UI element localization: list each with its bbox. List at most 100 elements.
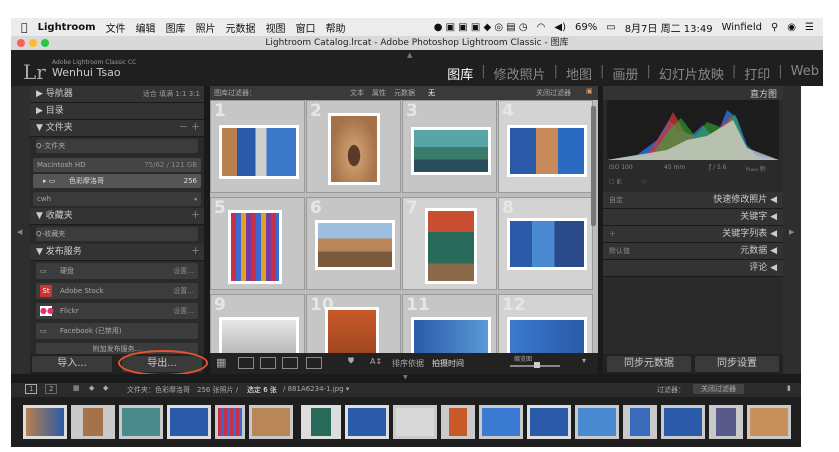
grid-cell[interactable]: 1 — [210, 100, 305, 193]
people-view-icon[interactable] — [306, 357, 322, 369]
collapse-bottom-icon[interactable]: ▼ — [403, 374, 408, 381]
filter-attribute[interactable]: 属性 — [372, 88, 386, 98]
filmstrip-thumb[interactable] — [249, 405, 293, 439]
publish-facebook[interactable]: ▭ Facebook (已禁用) — [36, 323, 198, 339]
grid-cell[interactable]: 7 — [402, 197, 497, 290]
quick-develop-header[interactable]: 自定 快速修改照片 ◀ — [603, 192, 783, 209]
photo-thumbnail[interactable] — [411, 127, 491, 175]
navigator-zoom-options[interactable]: 适合 填满 1:1 3:1 — [143, 86, 200, 102]
keyword-list-header[interactable]: ＋ 关键字列表 ◀ — [603, 226, 783, 243]
collapse-top-icon[interactable]: ▲ — [407, 51, 412, 59]
filter-lock-icon[interactable]: ▣ — [586, 87, 593, 95]
main-window-toggle[interactable]: 1 — [25, 384, 38, 394]
photo-thumbnail[interactable] — [325, 307, 379, 353]
spray-can-icon[interactable]: ⛊ — [348, 356, 354, 366]
collections-filter-input[interactable]: Q-收藏夹 — [36, 227, 198, 241]
flickr-setup-button[interactable]: 设置... — [173, 303, 194, 319]
navigator-header[interactable]: ▶ 导航器 适合 填满 1:1 3:1 — [30, 86, 204, 103]
filmstrip-file[interactable]: / 881A6234-1.jpg ▾ — [283, 385, 349, 393]
menu-edit[interactable]: 编辑 — [136, 20, 156, 35]
folders-header[interactable]: ▼ 文件夹 － ＋ — [30, 120, 204, 137]
photo-thumbnail[interactable] — [328, 113, 380, 185]
photo-thumbnail[interactable] — [228, 210, 282, 284]
photo-thumbnail[interactable] — [411, 317, 491, 353]
menu-window[interactable]: 窗口 — [296, 20, 316, 35]
username[interactable]: Winfield — [722, 22, 762, 33]
publish-harddrive[interactable]: ▭ 硬盘 设置... — [36, 263, 198, 279]
collapse-left-icon[interactable]: ◀ — [17, 228, 22, 236]
filter-text[interactable]: 文本 — [350, 88, 364, 98]
minimize-window-button[interactable] — [29, 39, 37, 47]
metadata-preset[interactable]: 默认值 — [609, 243, 630, 259]
sort-value[interactable]: 拍摄时间 — [432, 358, 464, 369]
grid-cell[interactable]: 12 — [498, 294, 593, 353]
compare-view-icon[interactable] — [260, 357, 276, 369]
toolbar-menu-icon[interactable]: ▾ — [582, 356, 586, 365]
filmstrip-lock-icon[interactable]: ▮ — [787, 384, 791, 392]
menu-help[interactable]: 帮助 — [326, 20, 346, 35]
photo-thumbnail[interactable] — [507, 317, 587, 353]
datetime[interactable]: 8月7日 周二 13:49 — [625, 20, 713, 35]
photo-thumbnail[interactable] — [219, 317, 299, 353]
keywording-header[interactable]: 关键字 ◀ — [603, 209, 783, 226]
photo-thumbnail[interactable] — [219, 125, 299, 179]
photo-thumbnail[interactable] — [425, 208, 477, 284]
collections-header[interactable]: ▼ 收藏夹 ＋ — [30, 208, 204, 225]
menu-metadata[interactable]: 元数据 — [226, 20, 256, 35]
filmstrip-thumb[interactable] — [23, 405, 67, 439]
filmstrip-thumb[interactable] — [301, 405, 341, 439]
battery-text[interactable]: 69% — [575, 22, 597, 33]
volume-row[interactable]: Macintosh HD 75/62 / 121 GB — [33, 158, 201, 172]
histogram-header[interactable]: 直方图 — [603, 86, 783, 100]
filmstrip-thumb[interactable] — [393, 405, 437, 439]
publish-flickr[interactable]: ●● Flickr 设置... — [36, 303, 198, 319]
filmstrip-thumb[interactable] — [119, 405, 163, 439]
module-slideshow[interactable]: 幻灯片放映 — [659, 64, 724, 83]
grid-cell[interactable]: 3 — [402, 100, 497, 193]
grid-cell[interactable]: 5 — [210, 197, 305, 290]
keyword-add-icon[interactable]: ＋ — [609, 226, 616, 242]
publish-add-button[interactable]: ＋ — [191, 244, 200, 260]
second-window-toggle[interactable]: 2 — [45, 384, 58, 394]
catalog-header[interactable]: ▶ 目录 — [30, 103, 204, 120]
publish-header[interactable]: ▼ 发布服务 ＋ — [30, 244, 204, 261]
sync-settings-button[interactable]: 同步设置 — [695, 356, 779, 372]
cwh-row[interactable]: cwh ◂ — [33, 192, 201, 206]
menu-photo[interactable]: 照片 — [196, 20, 216, 35]
loupe-view-icon[interactable] — [238, 357, 254, 369]
battery-icon[interactable]: ▭ — [606, 22, 615, 33]
collapse-right-icon[interactable]: ▶ — [789, 228, 794, 236]
folder-row-selected[interactable]: ▸ ▭ 色彩摩洛哥 256 — [33, 174, 201, 188]
grid-cell[interactable]: 8 — [498, 197, 593, 290]
grid-cell[interactable]: 2 — [306, 100, 401, 193]
filmstrip-thumb[interactable] — [527, 405, 571, 439]
module-web[interactable]: Web — [791, 64, 819, 83]
filter-metadata[interactable]: 元数据 — [394, 88, 415, 98]
photo-thumbnail[interactable] — [507, 218, 587, 270]
module-print[interactable]: 打印 — [744, 64, 770, 83]
filmstrip-thumb[interactable] — [167, 405, 211, 439]
grid-view-icon[interactable]: ▦ — [216, 356, 226, 369]
filmstrip-thumb[interactable] — [661, 405, 705, 439]
filter-none[interactable]: 无 — [428, 88, 435, 98]
filmstrip-thumb[interactable] — [441, 405, 475, 439]
module-book[interactable]: 画册 — [612, 64, 638, 83]
grid-cell[interactable]: 11 — [402, 294, 497, 353]
menu-lightroom[interactable]: Lightroom — [38, 22, 96, 33]
photo-thumbnail[interactable] — [315, 220, 395, 270]
module-develop[interactable]: 修改照片 — [494, 64, 546, 83]
metadata-header[interactable]: 默认值 元数据 ◀ — [603, 243, 783, 260]
module-library[interactable]: 图库 — [447, 64, 473, 83]
import-button[interactable]: 导入... — [32, 356, 112, 372]
grid-icon[interactable]: ▦ — [73, 384, 80, 392]
harddrive-setup-button[interactable]: 设置... — [173, 263, 194, 279]
status-icons[interactable]: ● ▣ ▣ ▣ ◆ ◎ ▤ ◷ — [434, 22, 528, 33]
quick-develop-preset[interactable]: 自定 — [609, 192, 623, 208]
filmstrip-thumb[interactable] — [623, 405, 657, 439]
apple-icon[interactable]:  — [21, 21, 28, 34]
wifi-icon[interactable]: ◠ — [537, 22, 546, 33]
adobe-stock-setup-button[interactable]: 设置... — [173, 283, 194, 299]
survey-view-icon[interactable] — [282, 357, 298, 369]
close-window-button[interactable] — [17, 39, 25, 47]
collections-add-button[interactable]: ＋ — [191, 208, 200, 224]
